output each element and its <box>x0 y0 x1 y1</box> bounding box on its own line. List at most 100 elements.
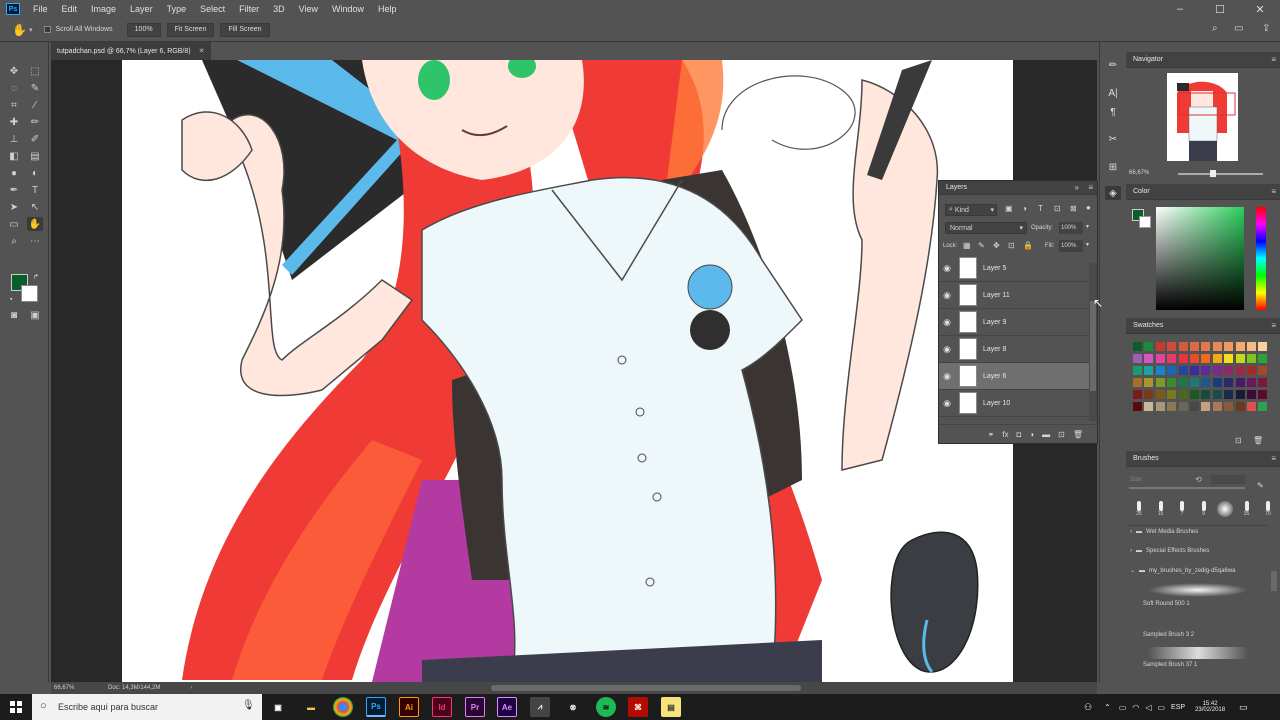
link-layers-icon[interactable]: ⚭ <box>988 430 995 439</box>
layer-row[interactable]: ◉ Layer 10 <box>939 390 1089 417</box>
filter-type-icon[interactable]: T <box>1038 204 1043 213</box>
visibility-eye-icon[interactable]: ◉ <box>939 317 955 328</box>
wifi-icon[interactable]: ◠ <box>1132 703 1139 712</box>
filter-pixel-icon[interactable]: ▣ <box>1005 204 1013 213</box>
swatch[interactable] <box>1133 402 1142 411</box>
layer-name[interactable]: Layer 6 <box>983 373 1006 380</box>
info-arrow-icon[interactable]: › <box>190 685 192 691</box>
panel-menu-icon[interactable]: ≡ <box>1088 183 1093 192</box>
pen-tool-icon[interactable]: ✒ <box>6 183 22 197</box>
swatch[interactable] <box>1247 354 1256 363</box>
swatch[interactable] <box>1144 402 1154 411</box>
hue-slider[interactable] <box>1256 207 1266 310</box>
filter-adjustment-icon[interactable]: ◑ <box>1022 204 1027 213</box>
blur-tool-icon[interactable]: ● <box>6 166 22 180</box>
delete-swatch-icon[interactable]: 🗑 <box>1253 436 1263 445</box>
swatch[interactable] <box>1212 354 1222 363</box>
path-select-tool-icon[interactable]: ➤ <box>6 200 22 214</box>
crop-tool-icon[interactable]: ⌗ <box>6 98 22 112</box>
spotify-icon[interactable]: ≋ <box>596 697 616 717</box>
brush-group-my-brushes[interactable]: ⌄ ▬ my_brushes_by_zedig-d5qa6wa <box>1130 567 1235 575</box>
fit-screen-button[interactable]: Fit Screen <box>166 22 215 37</box>
menu-help[interactable]: Help <box>371 4 404 14</box>
workspace-icon[interactable]: ▭ <box>1234 23 1243 34</box>
swatch[interactable] <box>1190 354 1199 363</box>
clone-stamp-tool-icon[interactable]: ⊥ <box>6 132 22 146</box>
share-icon[interactable]: ⇪ <box>1262 23 1270 34</box>
swatch[interactable] <box>1144 354 1154 363</box>
swatch[interactable] <box>1167 402 1177 411</box>
quick-mask-icon[interactable]: ◙ <box>6 308 22 322</box>
indesign-icon[interactable]: Id <box>432 697 452 717</box>
character-icon[interactable]: A| <box>1105 86 1121 100</box>
swatch[interactable] <box>1155 402 1165 411</box>
swatch[interactable] <box>1235 366 1245 375</box>
eraser-tool-icon[interactable]: ◧ <box>6 149 22 163</box>
zoom-100-button[interactable]: 100% <box>126 22 161 37</box>
dodge-tool-icon[interactable]: ◐ <box>27 166 43 180</box>
history-brush-tool-icon[interactable]: ✐ <box>27 132 43 146</box>
swatch[interactable] <box>1201 366 1211 375</box>
swatch[interactable] <box>1167 342 1177 351</box>
canvas-artwork[interactable] <box>122 60 1013 682</box>
swatch[interactable] <box>1224 354 1234 363</box>
swatch[interactable] <box>1247 366 1256 375</box>
volume-icon[interactable]: ◁ <box>1145 703 1151 712</box>
swatch[interactable] <box>1201 390 1211 399</box>
swatch[interactable] <box>1235 402 1245 411</box>
swatch[interactable] <box>1224 366 1234 375</box>
menu-edit[interactable]: Edit <box>55 4 85 14</box>
horizontal-scrollbar[interactable] <box>491 685 801 691</box>
shape-tool-icon[interactable]: ▭ <box>6 217 22 231</box>
swatch[interactable] <box>1133 342 1142 351</box>
screen-mode-icon[interactable]: ▣ <box>27 308 43 322</box>
swatch[interactable] <box>1224 378 1234 387</box>
swatch[interactable] <box>1235 390 1245 399</box>
layer-name[interactable]: Layer 8 <box>983 346 1006 353</box>
scrollbar-thumb[interactable] <box>1090 301 1096 391</box>
menu-image[interactable]: Image <box>84 4 123 14</box>
hand-tool-icon[interactable]: ✋ <box>12 23 27 37</box>
swatch[interactable] <box>1144 366 1154 375</box>
fill-input[interactable]: 100% <box>1059 240 1083 252</box>
illustrator-icon[interactable]: Ai <box>399 697 419 717</box>
scroll-all-windows-checkbox[interactable]: Scroll All Windows <box>44 26 113 33</box>
microphone-icon[interactable]: 🎙 <box>242 700 255 711</box>
menu-3d[interactable]: 3D <box>266 4 292 14</box>
blend-mode-dropdown[interactable]: Normal ▾ <box>945 222 1027 234</box>
size-input[interactable] <box>1211 475 1245 484</box>
swatch[interactable] <box>1190 366 1199 375</box>
swatch[interactable] <box>1224 402 1234 411</box>
swatch[interactable] <box>1155 378 1165 387</box>
swatch[interactable] <box>1178 342 1188 351</box>
move-tool-icon[interactable]: ✥ <box>6 64 22 78</box>
layer-style-icon[interactable]: fx <box>1002 430 1008 439</box>
visibility-eye-icon[interactable]: ◉ <box>939 371 955 382</box>
battery-icon[interactable]: ▭ <box>1157 703 1165 712</box>
swatch[interactable] <box>1144 390 1154 399</box>
chevron-down-icon[interactable]: ▾ <box>29 26 33 34</box>
layer-row[interactable]: ◉ Layer 11 <box>939 282 1089 309</box>
layer-name[interactable]: Layer 10 <box>983 400 1010 407</box>
inkscape-icon[interactable]: ⩘ <box>530 697 550 717</box>
lock-position-icon[interactable]: ✥ <box>993 241 1000 250</box>
layer-name[interactable]: Layer 11 <box>983 292 1010 299</box>
swatch[interactable] <box>1224 390 1234 399</box>
swatch[interactable] <box>1144 342 1154 351</box>
after-effects-icon[interactable]: Ae <box>497 697 517 717</box>
chevron-down-icon[interactable]: ▾ <box>1086 223 1089 230</box>
swatch[interactable] <box>1201 354 1211 363</box>
network-icon[interactable]: ▭ <box>1119 703 1127 712</box>
gradient-tool-icon[interactable]: ▤ <box>27 149 43 163</box>
panel-menu-icon[interactable]: ≡ <box>1271 187 1276 196</box>
swatch[interactable] <box>1178 402 1188 411</box>
swatch[interactable] <box>1258 390 1268 399</box>
navigator-thumbnail[interactable] <box>1167 73 1238 161</box>
direct-select-tool-icon[interactable]: ↖ <box>27 200 43 214</box>
brush-preset[interactable] <box>1216 501 1234 517</box>
swatch[interactable] <box>1133 354 1142 363</box>
adjustment-layer-icon[interactable]: ◑ <box>1029 430 1034 439</box>
swatch[interactable] <box>1235 378 1245 387</box>
brush-group-special-effects[interactable]: › ▬ Special Effects Brushes <box>1130 548 1209 554</box>
swatch[interactable] <box>1178 354 1188 363</box>
